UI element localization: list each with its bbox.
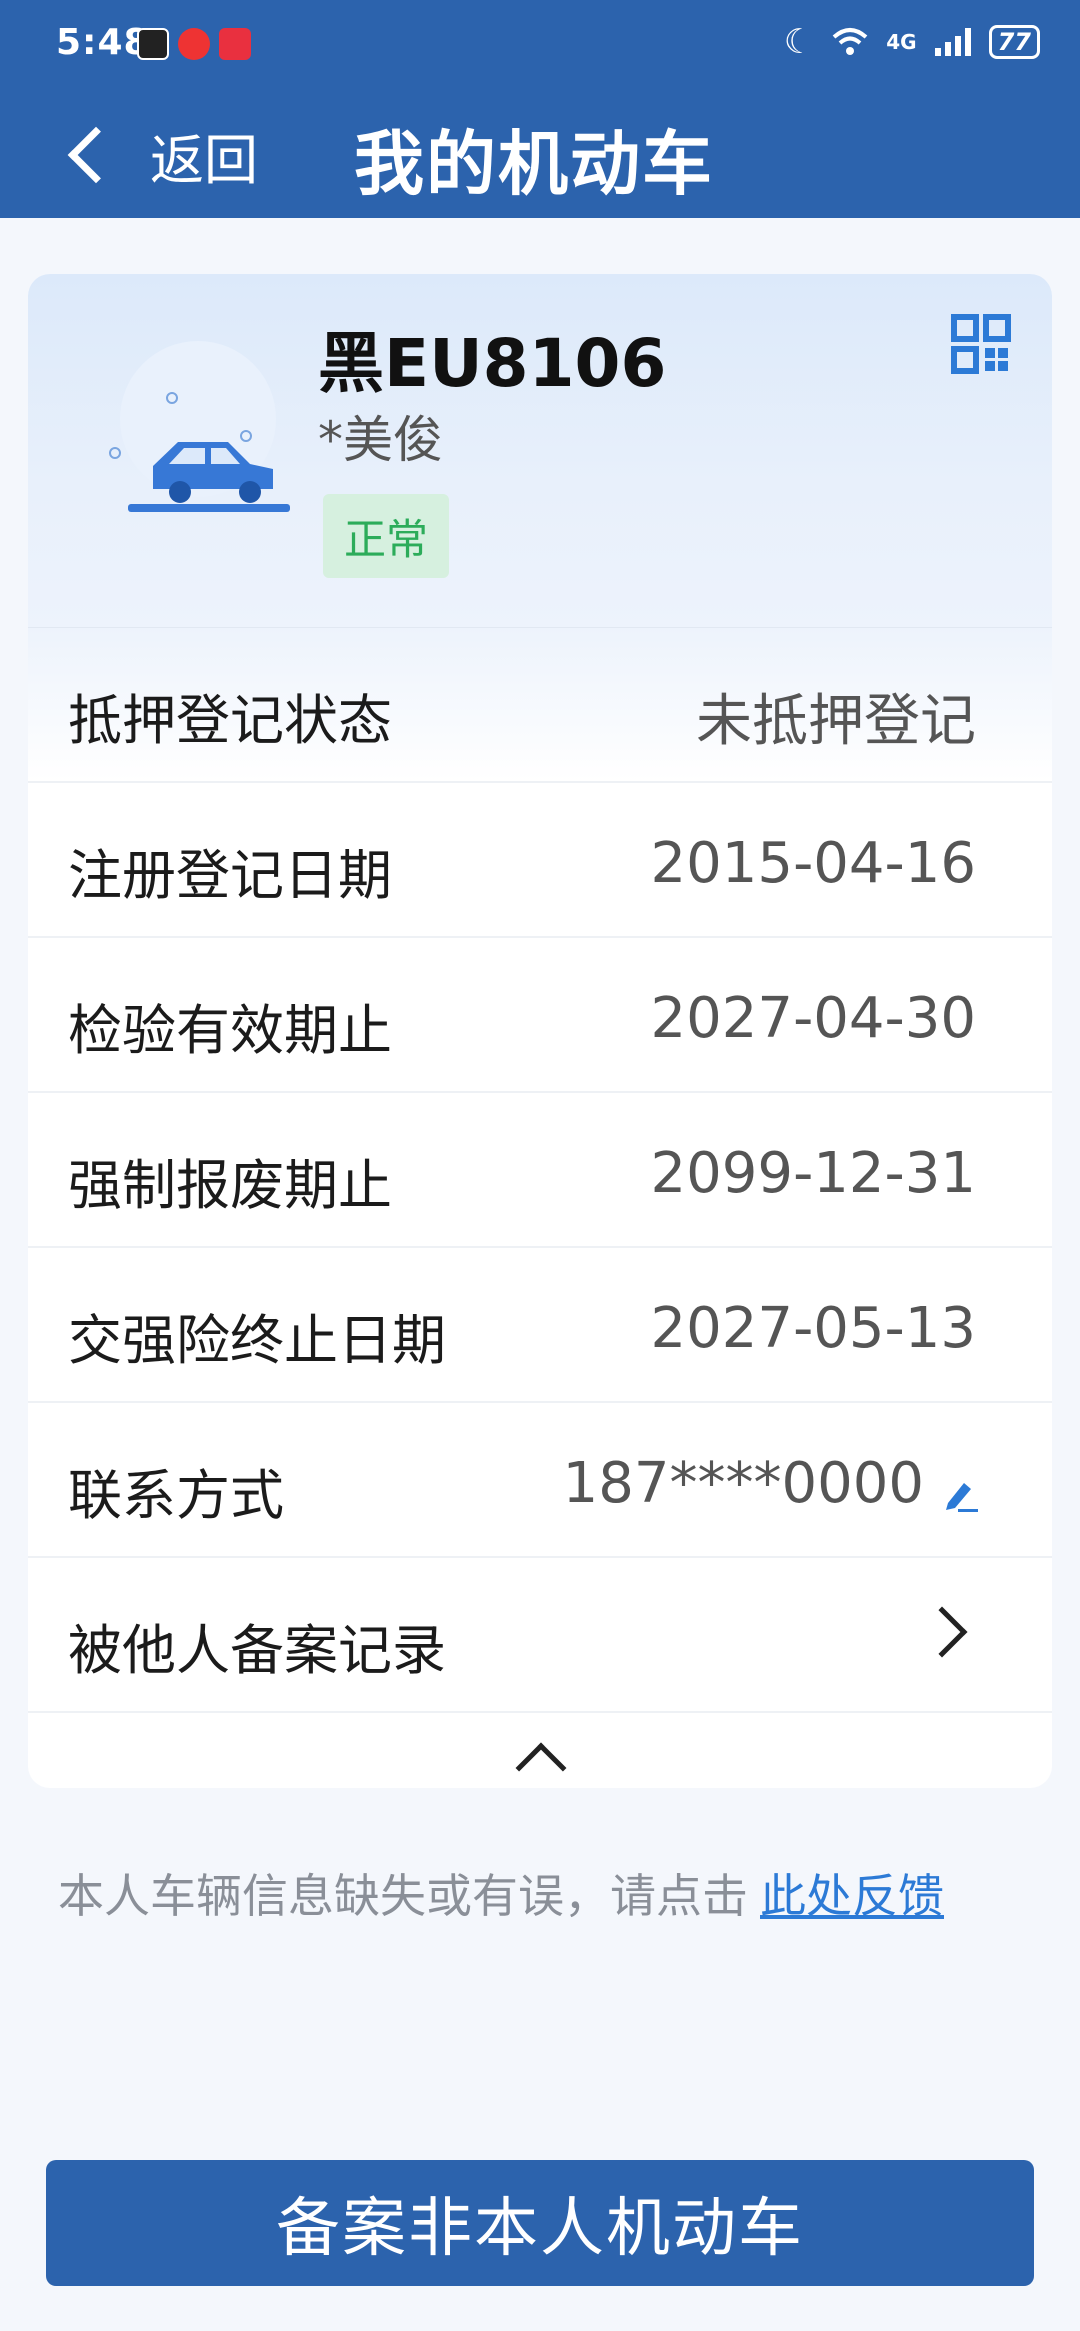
vehicle-summary: 黑EU8106 *美俊 正常 — [28, 274, 1052, 628]
detail-label: 交强险终止日期 — [68, 1309, 446, 1372]
status-bar: 5:48 ☾ 4G 77 — [0, 0, 1080, 90]
collapse-button[interactable] — [28, 1718, 1052, 1788]
qr-code-icon[interactable] — [951, 314, 1011, 374]
detail-label: 强制报废期止 — [68, 1154, 392, 1217]
moon-icon: ☾ — [783, 22, 815, 62]
back-label: 返回 — [150, 128, 258, 192]
detail-label: 联系方式 — [68, 1464, 284, 1527]
chevron-left-icon — [67, 126, 125, 184]
register-other-vehicle-button[interactable]: 备案非本人机动车 — [46, 2160, 1034, 2286]
network-type: 4G — [886, 30, 917, 54]
chevron-up-icon — [515, 1742, 567, 1788]
vehicle-page: 5:48 ☾ 4G 77 返回 我的机动车 黑EU8106 *美俊 正常 抵押登… — [0, 0, 1080, 2331]
feedback-link[interactable]: 此处反馈 — [760, 1869, 944, 1923]
detail-label: 被他人备案记录 — [68, 1619, 446, 1682]
contact-phone: 187****0000 — [562, 1451, 924, 1516]
signal-icon — [934, 28, 971, 56]
edit-icon[interactable] — [940, 1475, 980, 1515]
car-icon — [109, 341, 290, 512]
chevron-right-icon — [916, 1606, 968, 1658]
feedback-text: 本人车辆信息缺失或有误，请点击 — [58, 1869, 748, 1923]
battery-icon: 77 — [988, 25, 1040, 59]
detail-value: 2015-04-16 — [650, 831, 976, 896]
weibo-icon — [178, 28, 210, 60]
detail-row-contact[interactable]: 联系方式 187****0000 — [28, 1403, 1052, 1558]
status-badge: 正常 — [323, 494, 449, 578]
detail-label: 抵押登记状态 — [68, 689, 392, 752]
app-header: 5:48 ☾ 4G 77 返回 我的机动车 — [0, 0, 1080, 218]
detail-value: 2027-05-13 — [650, 1296, 976, 1361]
detail-label: 检验有效期止 — [68, 999, 392, 1062]
status-time: 5:48 — [56, 22, 150, 63]
back-button[interactable]: 返回 — [60, 110, 258, 200]
detail-row-mortgage: 抵押登记状态 未抵押登记 — [28, 628, 1052, 783]
detail-row-insurance-end: 交强险终止日期 2027-05-13 — [28, 1248, 1052, 1403]
owner-name: *美俊 — [318, 411, 443, 469]
wifi-icon — [832, 28, 868, 55]
plate-number: 黑EU8106 — [318, 325, 667, 402]
notification-app-icon-red — [219, 28, 251, 60]
feedback-note: 本人车辆信息缺失或有误，请点击 此处反馈 — [58, 1860, 944, 1926]
vehicle-card: 黑EU8106 *美俊 正常 抵押登记状态 未抵押登记 注册登记日期 2015-… — [28, 274, 1052, 1788]
notification-app-icon — [137, 28, 169, 60]
status-icons: ☾ 4G 77 — [784, 22, 1040, 62]
detail-row-register-date: 注册登记日期 2015-04-16 — [28, 783, 1052, 938]
page-title: 我的机动车 — [354, 123, 714, 205]
detail-row-scrap-date: 强制报废期止 2099-12-31 — [28, 1093, 1052, 1248]
detail-row-others-record[interactable]: 被他人备案记录 — [28, 1558, 1052, 1713]
detail-value: 2027-04-30 — [650, 986, 976, 1051]
detail-label: 注册登记日期 — [68, 844, 392, 907]
detail-row-inspection-expiry: 检验有效期止 2027-04-30 — [28, 938, 1052, 1093]
detail-value: 未抵押登记 — [696, 689, 976, 754]
detail-value: 2099-12-31 — [650, 1141, 976, 1206]
